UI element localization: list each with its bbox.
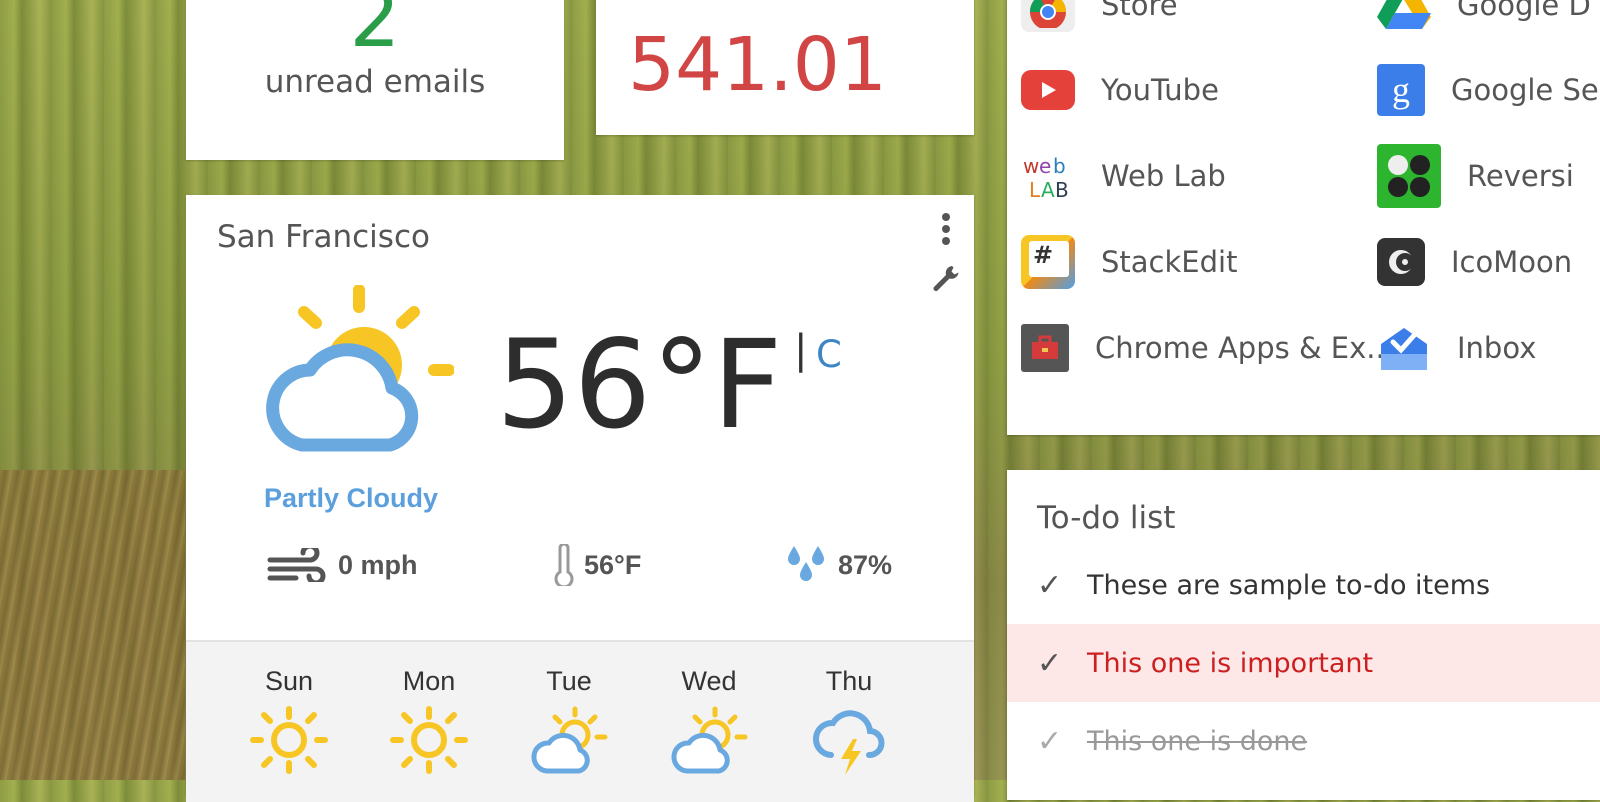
youtube-icon: [1021, 70, 1075, 110]
wind-speed: 0 mph: [338, 549, 418, 580]
todo-item-important[interactable]: ✓ This one is important: [1007, 624, 1600, 702]
app-web-lab[interactable]: webLAB Web Lab: [1021, 146, 1226, 206]
app-label: StackEdit: [1101, 245, 1238, 279]
stock-value: 541.01: [628, 22, 887, 108]
weather-condition: Partly Cloudy: [264, 483, 439, 513]
wind-icon: [267, 548, 326, 582]
stackedit-icon: #: [1021, 235, 1075, 289]
app-label: Reversi: [1467, 159, 1574, 193]
celsius-toggle[interactable]: C: [816, 333, 842, 376]
inbox-icon: [1377, 321, 1431, 375]
app-label: IcoMoon: [1451, 245, 1573, 279]
todo-item-text: This one is done: [1087, 725, 1308, 757]
todo-item-text: These are sample to-do items: [1087, 569, 1491, 601]
forecast-day: Mon: [374, 666, 484, 775]
forecast-day-name: Wed: [681, 666, 737, 696]
app-label: Google Se: [1451, 73, 1599, 107]
sun-icon: [390, 706, 468, 774]
google-drive-icon: [1377, 0, 1431, 32]
app-reversi[interactable]: Reversi: [1377, 144, 1574, 208]
thermometer-icon: [554, 544, 574, 586]
app-youtube[interactable]: YouTube: [1021, 60, 1219, 120]
app-label: YouTube: [1101, 73, 1219, 107]
forecast-day: Thu: [794, 666, 904, 775]
forecast-strip: Sun Mon Tue Wed Thu: [186, 640, 974, 802]
partly-cloudy-icon: [266, 285, 454, 452]
todo-title: To-do list: [1037, 500, 1176, 536]
raindrops-icon: [788, 546, 824, 581]
chrome-store-icon: [1021, 0, 1075, 32]
wind-stat: 0 mph: [266, 545, 418, 585]
partly-cloudy-icon: [531, 706, 608, 774]
svg-text:e: e: [1039, 154, 1051, 178]
unread-email-label: unread emails: [264, 64, 486, 100]
forecast-day: Wed: [654, 666, 764, 775]
web-lab-icon: webLAB: [1021, 149, 1075, 203]
app-inbox[interactable]: Inbox: [1377, 318, 1536, 378]
app-google-drive[interactable]: Google D: [1377, 0, 1591, 35]
checkmark-icon[interactable]: ✓: [1037, 568, 1077, 603]
app-chrome-apps-extensions[interactable]: Chrome Apps & Ex...: [1021, 318, 1394, 378]
svg-text:A: A: [1041, 178, 1055, 201]
svg-text:w: w: [1023, 154, 1039, 178]
checkmark-icon[interactable]: ✓: [1037, 724, 1077, 759]
sun-icon: [250, 706, 328, 774]
app-label: Store: [1101, 0, 1178, 22]
forecast-day-name: Thu: [825, 666, 873, 696]
svg-text:B: B: [1055, 178, 1069, 201]
app-store[interactable]: Store: [1021, 0, 1178, 35]
app-google-search[interactable]: g Google Se: [1377, 60, 1599, 120]
forecast-day: Tue: [514, 666, 624, 775]
app-label: Google D: [1457, 0, 1591, 22]
current-temperature: 56°F: [496, 314, 783, 456]
svg-text:b: b: [1053, 154, 1066, 178]
humidity-value: 87%: [838, 549, 893, 580]
app-stackedit[interactable]: # StackEdit: [1021, 232, 1237, 292]
forecast-day: Sun: [234, 666, 344, 775]
toolbox-icon: [1021, 324, 1069, 372]
forecast-day-name: Mon: [402, 666, 456, 696]
todo-widget: To-do list ✓ These are sample to-do item…: [1007, 470, 1600, 800]
apps-launcher: Store Google D YouTube g Google Se webLA…: [1007, 0, 1600, 435]
background-ground: [0, 470, 185, 780]
app-label: Web Lab: [1101, 159, 1226, 193]
feels-like-temp: 56°F: [584, 549, 642, 580]
unread-email-count: 2: [349, 0, 401, 65]
forecast-day-name: Tue: [546, 666, 592, 696]
weather-city: San Francisco: [217, 219, 430, 255]
reversi-icon: [1377, 144, 1441, 208]
todo-item-done[interactable]: ✓ This one is done: [1007, 702, 1600, 780]
unit-separator: |: [794, 327, 808, 373]
partly-cloudy-icon: [671, 706, 748, 774]
app-icomoon[interactable]: IcoMoon: [1377, 232, 1572, 292]
weather-widget: San Francisco Partly Cloudy 56°F | C 0 m…: [186, 195, 974, 802]
svg-text:L: L: [1029, 178, 1041, 201]
app-label: Chrome Apps & Ex...: [1095, 331, 1394, 365]
unread-email-widget[interactable]: 2 unread emails: [186, 0, 564, 160]
todo-item[interactable]: ✓ These are sample to-do items: [1007, 546, 1600, 624]
wrench-icon[interactable]: [930, 263, 960, 293]
more-options-icon[interactable]: [941, 213, 951, 247]
feels-like-stat: 56°F: [554, 544, 642, 586]
app-label: Inbox: [1457, 331, 1537, 365]
humidity-stat: 87%: [786, 545, 892, 585]
forecast-day-name: Sun: [264, 666, 314, 696]
stock-widget[interactable]: 541.01: [596, 0, 974, 135]
google-search-icon: g: [1377, 64, 1425, 116]
checkmark-icon[interactable]: ✓: [1037, 646, 1077, 681]
icomoon-icon: [1377, 238, 1425, 286]
todo-item-text: This one is important: [1087, 647, 1374, 679]
thunderstorm-icon: [813, 710, 885, 775]
